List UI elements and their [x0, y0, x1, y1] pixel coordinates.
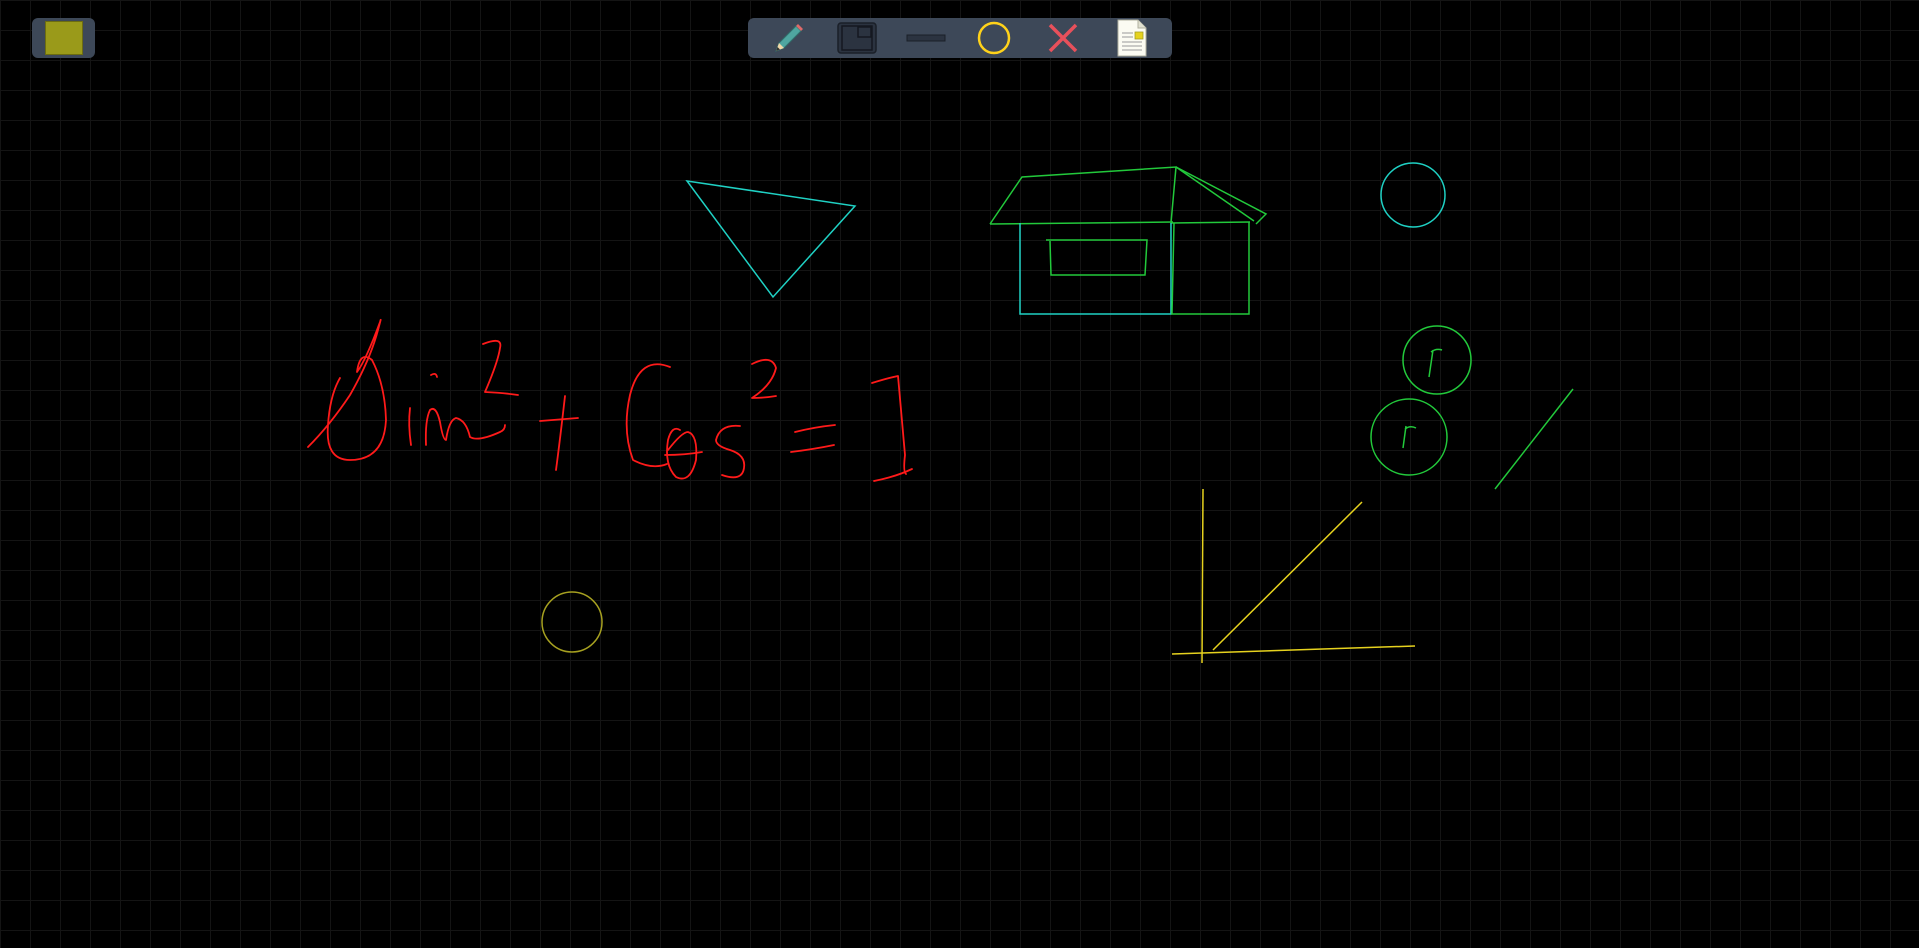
document-tool-button[interactable] [1110, 19, 1154, 57]
drawing-board[interactable] [0, 0, 1919, 948]
circle-tool-button[interactable] [972, 19, 1016, 57]
clear-tool-button[interactable] [1041, 19, 1085, 57]
line-tool-button[interactable] [904, 19, 948, 57]
rectangle-tool-button[interactable] [835, 19, 879, 57]
pencil-tool-button[interactable] [766, 19, 810, 57]
current-color-swatch [44, 21, 83, 55]
line-icon [906, 34, 946, 42]
color-picker-button[interactable] [32, 18, 95, 58]
document-icon [1117, 19, 1147, 57]
rectangle-icon [837, 22, 877, 54]
circle-icon [978, 21, 1011, 55]
close-icon [1048, 23, 1078, 53]
drawing-toolbar [748, 18, 1172, 58]
pencil-icon [775, 24, 804, 52]
